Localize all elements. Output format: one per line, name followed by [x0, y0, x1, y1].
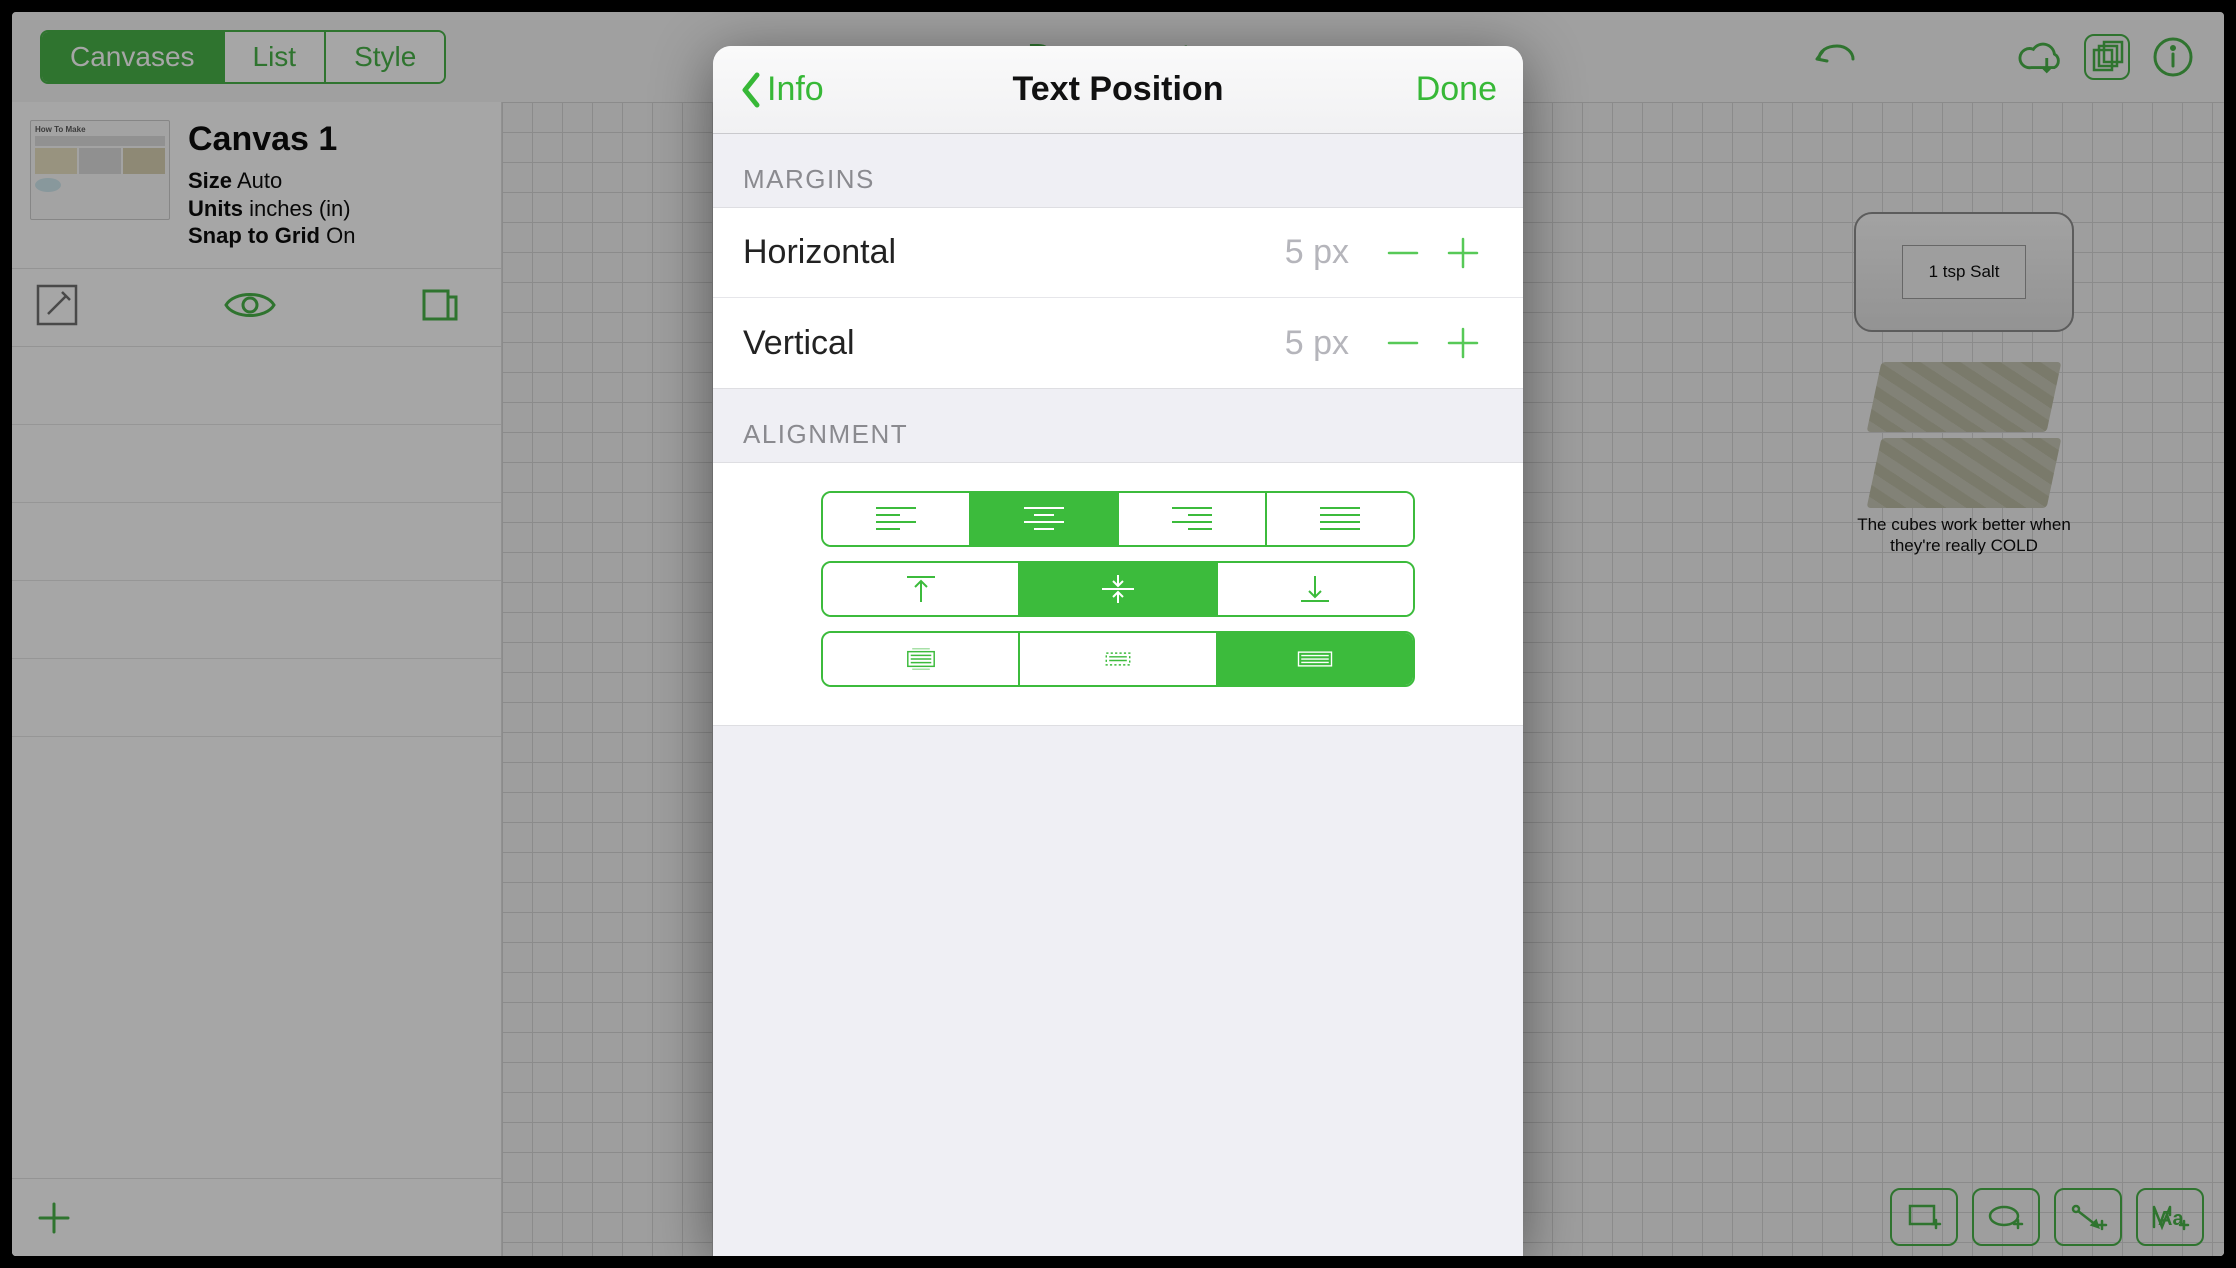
vertical-alignment-control — [821, 561, 1415, 617]
add-text-button[interactable]: Aa — [2136, 1188, 2204, 1246]
undo-icon[interactable] — [1812, 34, 1858, 80]
align-right-icon — [1162, 505, 1222, 533]
cubes-caption: The cubes work better when they're reall… — [1854, 514, 2074, 557]
canvas-thumbnail: How To Make — [30, 120, 170, 220]
list-item[interactable] — [12, 581, 501, 659]
wrap-clip-icon — [899, 642, 943, 676]
canvas-name: Canvas 1 — [188, 120, 355, 159]
text-position-popover: Info Text Position Done MARGINS Horizont… — [713, 46, 1523, 1256]
svg-text:Aa: Aa — [2158, 1208, 2184, 1230]
margin-vertical-row: Vertical 5 px — [713, 298, 1523, 388]
print-area-icon[interactable] — [418, 285, 462, 330]
list-item[interactable] — [12, 347, 501, 425]
margin-horizontal-label: Horizontal — [743, 233, 1285, 272]
valign-middle-option[interactable] — [1020, 563, 1217, 615]
edit-icon[interactable] — [32, 280, 82, 335]
list-item[interactable] — [12, 503, 501, 581]
list-item[interactable] — [12, 425, 501, 503]
valign-bottom-icon — [1293, 572, 1337, 606]
add-canvas-button[interactable] — [12, 1178, 501, 1256]
cloud-icon[interactable] — [2018, 34, 2064, 80]
shape-salt-text: 1 tsp Salt — [1902, 245, 2027, 299]
add-rect-button[interactable] — [1890, 1188, 1958, 1246]
horizontal-alignment-control — [821, 491, 1415, 547]
align-left-option[interactable] — [823, 493, 971, 545]
canvas-size-label: Size — [188, 168, 232, 193]
margin-horizontal-value: 5 px — [1285, 233, 1349, 272]
add-ellipse-button[interactable] — [1972, 1188, 2040, 1246]
add-line-button[interactable] — [2054, 1188, 2122, 1246]
tab-list[interactable]: List — [225, 32, 327, 82]
margin-vertical-value: 5 px — [1285, 324, 1349, 363]
info-icon[interactable] — [2150, 34, 2196, 80]
align-center-option[interactable] — [971, 493, 1119, 545]
wrap-overflow-icon — [1293, 642, 1337, 676]
align-left-icon — [866, 505, 926, 533]
shape-salt-box[interactable]: 1 tsp Salt — [1854, 212, 2074, 332]
align-right-option[interactable] — [1119, 493, 1267, 545]
canvas-size-value: Auto — [237, 168, 282, 193]
margin-horizontal-decrement[interactable] — [1373, 223, 1433, 283]
text-overflow-control — [821, 631, 1415, 687]
documents-icon[interactable] — [2084, 34, 2130, 80]
valign-top-option[interactable] — [823, 563, 1020, 615]
back-label: Info — [767, 70, 824, 109]
canvas-snap-label: Snap to Grid — [188, 223, 320, 248]
sidebar-mode-tabs: Canvases List Style — [40, 30, 446, 84]
shape-cubes-group[interactable]: The cubes work better when they're reall… — [1854, 362, 2074, 557]
canvas-card[interactable]: How To Make Canvas 1 Size Au — [12, 102, 501, 269]
canvas-sidebar: How To Make Canvas 1 Size Au — [12, 102, 502, 1256]
section-alignment-label: ALIGNMENT — [713, 389, 1523, 462]
align-justify-icon — [1310, 505, 1370, 533]
chevron-left-icon — [739, 71, 763, 109]
wrap-fit-option[interactable] — [1020, 633, 1217, 685]
align-justify-option[interactable] — [1267, 493, 1413, 545]
margin-vertical-decrement[interactable] — [1373, 313, 1433, 373]
done-button[interactable]: Done — [1416, 70, 1497, 109]
wrap-fit-icon — [1096, 642, 1140, 676]
margin-horizontal-row: Horizontal 5 px — [713, 208, 1523, 298]
valign-top-icon — [899, 572, 943, 606]
popover-nav: Info Text Position Done — [713, 46, 1523, 134]
canvas-units-value: inches (in) — [249, 196, 350, 221]
canvas-units-label: Units — [188, 196, 243, 221]
margin-vertical-label: Vertical — [743, 324, 1285, 363]
align-center-icon — [1014, 505, 1074, 533]
valign-middle-icon — [1096, 572, 1140, 606]
section-margins-label: MARGINS — [713, 134, 1523, 207]
wrap-overflow-option[interactable] — [1218, 633, 1413, 685]
canvas-snap-value: On — [326, 223, 355, 248]
tab-style[interactable]: Style — [326, 32, 444, 82]
wrap-clip-option[interactable] — [823, 633, 1020, 685]
list-item[interactable] — [12, 659, 501, 737]
eye-icon[interactable] — [222, 287, 278, 328]
popover-title: Text Position — [1013, 70, 1224, 109]
margin-vertical-increment[interactable] — [1433, 313, 1493, 373]
valign-bottom-option[interactable] — [1218, 563, 1413, 615]
margin-horizontal-increment[interactable] — [1433, 223, 1493, 283]
back-button[interactable]: Info — [739, 70, 824, 109]
tab-canvases[interactable]: Canvases — [42, 32, 225, 82]
